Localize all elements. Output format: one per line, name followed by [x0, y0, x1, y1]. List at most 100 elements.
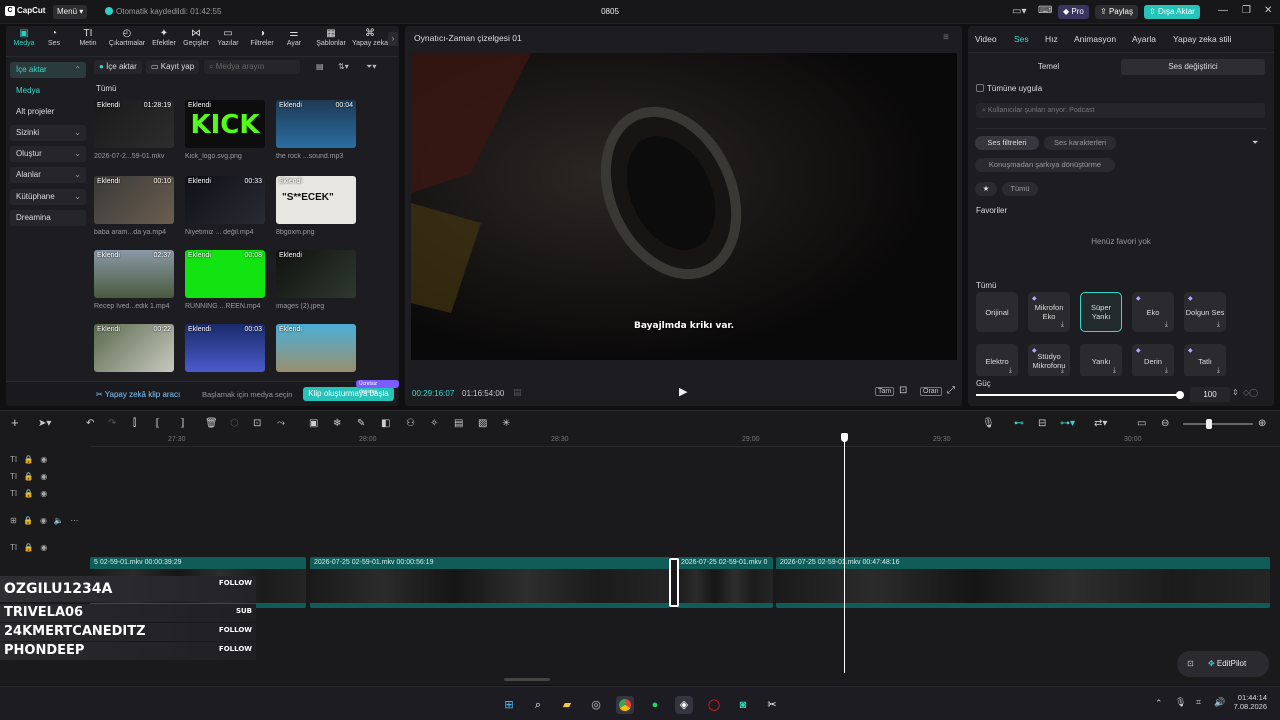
media-item[interactable]: Eklendi images (2).jpeg [276, 250, 356, 310]
close-icon[interactable]: ✕ [1264, 5, 1272, 16]
freeze-icon[interactable]: ❄ [333, 418, 341, 429]
voice-characters-pill[interactable]: Ses karakterleri [1044, 136, 1116, 150]
opera-icon[interactable]: ◯ [705, 696, 723, 714]
timecode-icon[interactable]: ▤ [513, 387, 522, 398]
link-icon[interactable]: ⊷ [1014, 418, 1024, 429]
start-clip-button[interactable]: Klip oluşturmaya başla [303, 387, 394, 401]
maximize-icon[interactable]: ❐ [1242, 5, 1251, 16]
horizontal-scrollbar[interactable] [504, 678, 550, 681]
voice-reverb[interactable]: Yankı ⤓ [1080, 344, 1122, 378]
clip-selection-handle[interactable] [669, 558, 679, 607]
microphone-icon[interactable]: 🎙 [1175, 697, 1186, 708]
tab-adjust[interactable]: ⚌ Ayar [276, 28, 312, 47]
mask-icon[interactable]: ▣ [309, 418, 318, 429]
stepper-icon[interactable]: ⇕ [1232, 388, 1239, 397]
record-button[interactable]: ▭ Kayıt yap [146, 60, 200, 74]
keyboard-icon[interactable]: ⌨ [1038, 5, 1052, 16]
redo-icon[interactable]: ↷ [108, 418, 116, 429]
media-item[interactable]: Eklendi 00:04 the rock ...sound.mp3 [276, 100, 356, 160]
eye-icon[interactable]: ◉ [40, 472, 47, 481]
export-button[interactable]: ⇧ Dışa Aktar [1144, 5, 1200, 19]
microphone-icon[interactable]: 🎙 [982, 418, 995, 429]
video-clip[interactable]: 2026-07-25 02-59-01.mkv 00:47:48:16 [776, 557, 1270, 608]
chrome-icon[interactable] [616, 696, 634, 714]
media-item[interactable]: Eklendi 01:28:19 2026-07-2...59-01.mkv [94, 100, 174, 160]
voice-echo[interactable]: ◆ Eko ⤓ [1132, 292, 1174, 332]
star-icon[interactable]: ★ [975, 182, 997, 196]
nav-spaces[interactable]: Alanlar ⌄ [10, 167, 86, 183]
pro-button[interactable]: ◆ Pro [1058, 5, 1089, 19]
file-explorer-icon[interactable]: ▰ [558, 696, 576, 714]
taskbar-clock[interactable]: 01:44:14 7.08.2026 [1233, 693, 1267, 711]
voice-deep[interactable]: ◆ Derin ⤓ [1132, 344, 1174, 378]
voice-mic-echo[interactable]: ◆ Mikrofon Eko ⤓ [1028, 292, 1070, 332]
magnet-icon[interactable]: ⊶▾ [1060, 418, 1075, 429]
fullscreen-icon[interactable]: ⤢ [947, 385, 955, 396]
text-track-controls[interactable]: TI 🔒 ◉ [10, 472, 47, 481]
lock-icon[interactable]: 🔒 [24, 455, 34, 464]
tab-audio[interactable]: Ses [1014, 34, 1029, 44]
time-ruler[interactable] [90, 435, 1280, 447]
grid-view-icon[interactable]: ▤ [316, 60, 324, 74]
tab-basic[interactable]: Temel [976, 59, 1121, 75]
eye-icon[interactable]: ◉ [40, 543, 47, 552]
image-icon[interactable]: ▨ [478, 418, 487, 429]
mirror-icon[interactable]: ◧ [381, 418, 390, 429]
tab-text[interactable]: TI Metin [70, 28, 106, 47]
power-slider[interactable] [976, 394, 1180, 396]
tab-filters[interactable]: ◑ Filtreler [244, 28, 280, 47]
zoom-slider[interactable] [1183, 423, 1253, 425]
eye-icon[interactable]: ◉ [40, 516, 47, 525]
steam-icon[interactable]: ◎ [587, 696, 605, 714]
network-icon[interactable]: ⌗ [1196, 697, 1201, 708]
shield-icon[interactable]: ⬡ [230, 418, 239, 429]
video-clip[interactable]: 2026-07-25 02-59-01.mkv 00:00:56:19 [310, 557, 670, 608]
video-clip[interactable]: 2026-07-25 02-59-01.mkv 0 [677, 557, 773, 608]
capcut-icon[interactable]: ◈ [675, 696, 693, 714]
speed-icon[interactable]: ⤳ [277, 418, 285, 429]
lock-icon[interactable]: 🔒 [24, 489, 34, 498]
full-quality-button[interactable]: Tam [875, 387, 895, 396]
media-search-input[interactable]: ⌕ Medya arayın [204, 60, 300, 74]
filter-settings-icon[interactable]: ⏷ [1252, 138, 1258, 148]
voice-sweet[interactable]: ◆ Tatlı ⤓ [1184, 344, 1226, 378]
delete-icon[interactable]: 🗑 [205, 418, 218, 429]
playhead-handle[interactable] [841, 433, 848, 442]
tab-templates[interactable]: ▦ Şablonlar [311, 28, 351, 47]
zoom-out-icon[interactable]: ⊖ [1161, 418, 1169, 429]
tab-adjust[interactable]: Ayarla [1132, 34, 1156, 44]
ratio-button[interactable]: Oran [920, 387, 942, 396]
edit-icon[interactable]: ⊡ [1187, 659, 1194, 668]
tab-audio[interactable]: ◔ Ses [36, 28, 72, 47]
snap-icon[interactable]: ⊟ [1038, 418, 1046, 429]
voice-super-reverb[interactable]: Süper Yankı [1080, 292, 1122, 332]
volume-icon[interactable]: 🔊 [1214, 697, 1225, 708]
voice-filters-pill[interactable]: Ses filtreleri [975, 136, 1039, 150]
tab-speed[interactable]: Hız [1045, 34, 1058, 44]
media-item[interactable]: Eklendi 00:33 Niyetimiz ... değil.mp4 [185, 176, 265, 236]
media-item[interactable]: Eklendi 00:08 RUNNING ...REEN.mp4 [185, 250, 265, 310]
magic-icon[interactable]: ✧ [430, 418, 438, 429]
chevron-right-icon[interactable]: › [388, 32, 398, 46]
tab-ai[interactable]: ⌘ Yapay zeka [348, 28, 392, 47]
apply-all-checkbox[interactable]: Tümüne uygula [976, 84, 1042, 93]
filter-icon[interactable]: ⏷▾ [366, 60, 376, 74]
nav-yours[interactable]: Sizinki ⌄ [10, 125, 86, 141]
tab-ai-style[interactable]: Yapay zeka stili [1173, 34, 1231, 44]
select-tool-icon[interactable]: ➤▾ [38, 418, 51, 429]
speech-to-song-pill[interactable]: Konuşmadan şarkıya dönüştürme [975, 158, 1115, 172]
keyframe-icon[interactable]: ◇◯ [1243, 388, 1258, 397]
text-track-controls[interactable]: TI 🔒 ◉ [10, 455, 47, 464]
media-item[interactable]: Eklendi "S**ECEK" 8bgoxm.png [276, 176, 356, 236]
nav-import[interactable]: İçe aktar ⌃ [10, 62, 86, 78]
voice-studio-mic[interactable]: ◆ Stüdyo Mikrofonu ⤓ [1028, 344, 1070, 378]
tab-video[interactable]: Video [975, 34, 997, 44]
more-icon[interactable]: ⋯ [70, 516, 78, 525]
tab-captions[interactable]: ▭ Yazılar [210, 28, 246, 47]
minimize-icon[interactable]: — [1218, 5, 1228, 16]
tab-effects[interactable]: ✦ Efektler [146, 28, 182, 47]
media-item[interactable]: Eklendi [276, 324, 356, 372]
editpilot-widget[interactable]: ⊡ ✥ EditPilot [1177, 651, 1269, 677]
all-pill[interactable]: Tümü [1002, 182, 1038, 196]
chevron-up-icon[interactable]: ⌃ [1155, 698, 1163, 709]
